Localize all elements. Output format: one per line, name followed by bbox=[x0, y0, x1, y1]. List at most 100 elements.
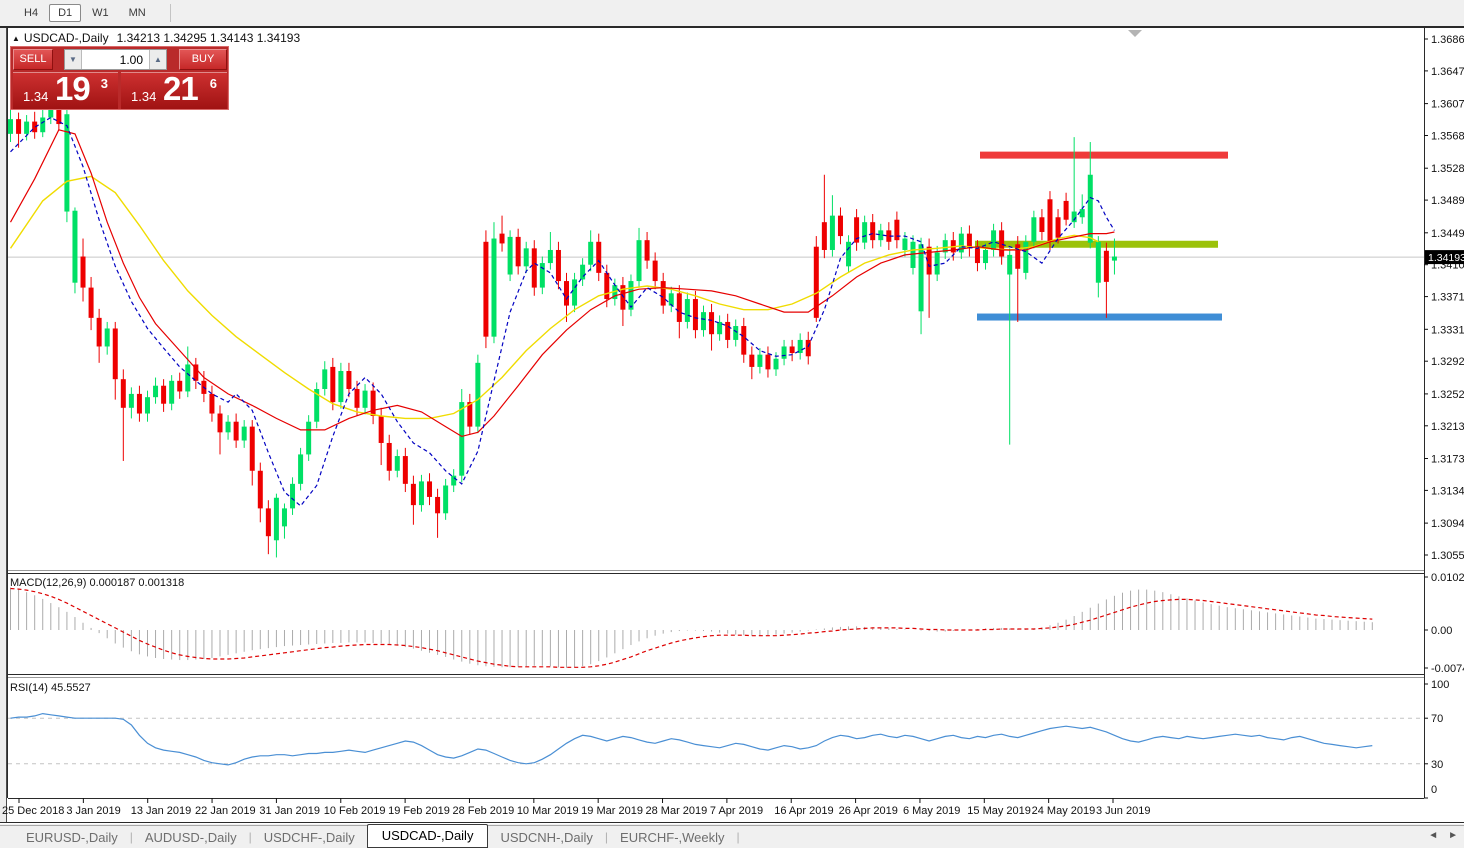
resistance-line[interactable] bbox=[980, 152, 1228, 159]
volume-decrease-button[interactable]: ▼ bbox=[65, 50, 82, 69]
svg-text:100: 100 bbox=[1431, 679, 1449, 691]
time-axis[interactable]: 25 Dec 20183 Jan 201913 Jan 201922 Jan 2… bbox=[2, 798, 1150, 817]
svg-text:1.34890: 1.34890 bbox=[1431, 195, 1464, 207]
candle-body bbox=[282, 508, 287, 526]
tab-usdchf-daily[interactable]: USDCHF-,Daily bbox=[252, 828, 367, 847]
candle-body bbox=[516, 237, 521, 266]
chart-canvas[interactable]: 1.368601.364701.360701.356801.352801.348… bbox=[0, 0, 1464, 848]
candle-body bbox=[878, 230, 883, 240]
candle-body bbox=[226, 422, 231, 433]
svg-text:19 Feb 2019: 19 Feb 2019 bbox=[388, 805, 450, 817]
chart-ohlc-values: 1.34213 1.34295 1.34143 1.34193 bbox=[117, 31, 301, 45]
chart-shift-marker[interactable] bbox=[1128, 30, 1142, 37]
candle-body bbox=[64, 114, 69, 211]
candle-body bbox=[354, 389, 359, 408]
candle-body bbox=[40, 118, 45, 133]
svg-text:0: 0 bbox=[1431, 784, 1437, 796]
candle-body bbox=[475, 363, 480, 427]
candle-body bbox=[709, 312, 714, 334]
ma-mid-red bbox=[11, 130, 1115, 437]
timeframe-toolbar: H4 D1 W1 MN bbox=[14, 0, 1464, 26]
svg-text:25 Dec 2018: 25 Dec 2018 bbox=[2, 805, 64, 817]
buy-price-sup: 6 bbox=[210, 76, 217, 91]
sell-price-prefix: 1.34 bbox=[23, 89, 48, 104]
candle-body bbox=[1096, 242, 1101, 283]
svg-text:13 Jan 2019: 13 Jan 2019 bbox=[131, 805, 192, 817]
svg-text:1.32520: 1.32520 bbox=[1431, 389, 1464, 401]
svg-text:3 Jun 2019: 3 Jun 2019 bbox=[1096, 805, 1150, 817]
svg-text:10 Mar 2019: 10 Mar 2019 bbox=[517, 805, 579, 817]
candle-body bbox=[72, 211, 77, 283]
chart-title: ▲USDCAD-,Daily1.34213 1.34295 1.34143 1.… bbox=[12, 31, 300, 45]
candle-body bbox=[209, 394, 214, 414]
svg-text:1.33310: 1.33310 bbox=[1431, 324, 1464, 336]
volume-increase-button[interactable]: ▲ bbox=[149, 50, 166, 69]
candle-body bbox=[790, 346, 795, 353]
candle-body bbox=[919, 244, 924, 311]
svg-text:26 Apr 2019: 26 Apr 2019 bbox=[839, 805, 898, 817]
candle-body bbox=[1031, 217, 1036, 242]
candle-body bbox=[902, 239, 907, 250]
candle-body bbox=[56, 109, 61, 125]
candle-body bbox=[838, 216, 843, 236]
candle-body bbox=[733, 326, 738, 340]
candle-body bbox=[693, 299, 698, 330]
buy-button[interactable]: BUY bbox=[179, 49, 227, 70]
candle-body bbox=[330, 367, 335, 402]
mt4-window: H4 D1 W1 MN 1.368601.364701.360701.35680… bbox=[0, 0, 1464, 848]
candle-body bbox=[910, 242, 915, 268]
tabs-scroll-right-icon[interactable]: ► bbox=[1448, 830, 1458, 841]
buy-price-box[interactable]: 1.34 21 6 bbox=[121, 72, 227, 109]
collapse-triangle-icon[interactable]: ▲ bbox=[12, 34, 20, 43]
tab-eurusd-daily[interactable]: EURUSD-,Daily bbox=[14, 828, 130, 847]
candle-body bbox=[1088, 175, 1093, 243]
candle-body bbox=[403, 456, 408, 484]
svg-text:10 Feb 2019: 10 Feb 2019 bbox=[324, 805, 386, 817]
candle-body bbox=[685, 299, 690, 322]
macd-pane: 0.0102290.00-0.007477 bbox=[11, 572, 1464, 675]
tabs-scroll-left-icon[interactable]: ◄ bbox=[1428, 830, 1438, 841]
timeframe-w1[interactable]: W1 bbox=[83, 4, 118, 22]
support-line[interactable] bbox=[977, 314, 1222, 321]
volume-input[interactable]: 1.00 bbox=[82, 50, 149, 69]
candle-body bbox=[572, 279, 577, 305]
candle-body bbox=[145, 397, 150, 413]
tab-usdcnh-daily[interactable]: USDCNH-,Daily bbox=[488, 828, 604, 847]
tab-eurchf-weekly[interactable]: EURCHF-,Weekly bbox=[608, 828, 737, 847]
candle-body bbox=[483, 242, 488, 337]
svg-text:15 May 2019: 15 May 2019 bbox=[967, 805, 1031, 817]
candle-body bbox=[1015, 244, 1020, 269]
buy-price-prefix: 1.34 bbox=[131, 89, 156, 104]
triangle-up-icon: ▲ bbox=[154, 55, 162, 64]
svg-text:1.30550: 1.30550 bbox=[1431, 550, 1464, 562]
timeframe-d1[interactable]: D1 bbox=[49, 4, 81, 22]
buy-price-big: 21 bbox=[163, 70, 198, 108]
candle-body bbox=[242, 427, 247, 441]
rsi-indicator-label: RSI(14) 45.5527 bbox=[10, 682, 91, 694]
sell-button[interactable]: SELL bbox=[13, 49, 53, 70]
candle-body bbox=[1023, 242, 1028, 273]
candle-body bbox=[524, 248, 529, 266]
svg-text:1.35280: 1.35280 bbox=[1431, 163, 1464, 175]
svg-text:1.36860: 1.36860 bbox=[1431, 34, 1464, 46]
candle-body bbox=[999, 230, 1004, 256]
candle-body bbox=[395, 456, 400, 471]
price-axis[interactable]: 1.368601.364701.360701.356801.352801.348… bbox=[1424, 34, 1464, 562]
candle-body bbox=[218, 414, 223, 433]
tab-audusd-daily[interactable]: AUDUSD-,Daily bbox=[133, 828, 249, 847]
candle-body bbox=[741, 326, 746, 355]
svg-text:1.34490: 1.34490 bbox=[1431, 228, 1464, 240]
candle-body bbox=[8, 119, 13, 134]
tab-usdcad-daily[interactable]: USDCAD-,Daily bbox=[367, 824, 489, 848]
candle-body bbox=[588, 242, 593, 265]
svg-text:1.32130: 1.32130 bbox=[1431, 421, 1464, 433]
sell-price-box[interactable]: 1.34193 bbox=[13, 72, 118, 109]
candle-body bbox=[532, 248, 537, 287]
candle-body bbox=[105, 328, 110, 346]
svg-text:6 May 2019: 6 May 2019 bbox=[903, 805, 960, 817]
current-price-badge: 1.34193 bbox=[1425, 250, 1464, 264]
sell-price-big: 19 bbox=[55, 70, 90, 108]
timeframe-mn[interactable]: MN bbox=[120, 4, 155, 22]
candle-body bbox=[556, 250, 561, 281]
timeframe-h4[interactable]: H4 bbox=[15, 4, 47, 22]
